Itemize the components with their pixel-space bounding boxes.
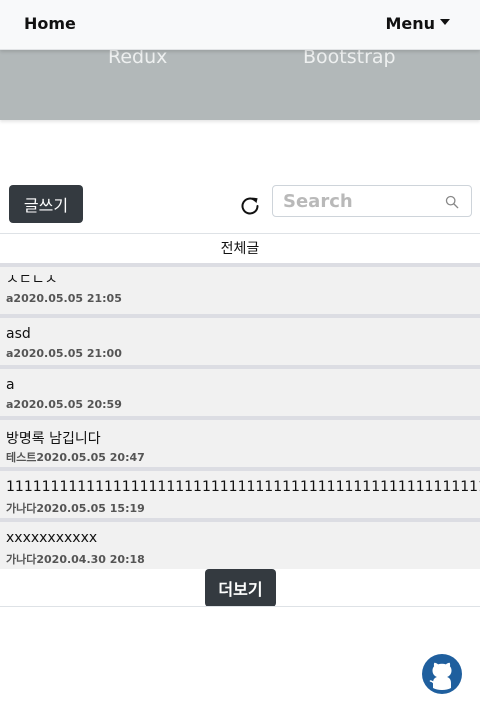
post-meta: 가나다2020.04.30 20:18	[6, 553, 145, 566]
refresh-icon[interactable]	[238, 194, 262, 218]
hero-banner: Redux Bootstrap	[0, 50, 480, 120]
write-button[interactable]: 글쓰기	[9, 185, 83, 223]
nav-home-link[interactable]: Home	[24, 14, 76, 33]
post-meta: 테스트2020.05.05 20:47	[6, 451, 145, 464]
list-item[interactable]: xxxxxxxxxxx 가나다2020.04.30 20:18	[0, 518, 480, 569]
list-item[interactable]: asd a2020.05.05 21:00	[0, 314, 480, 365]
post-title: ㅅㄷㄴㅅ	[6, 272, 58, 288]
post-meta: a2020.05.05 20:59	[6, 398, 122, 411]
post-list: ㅅㄷㄴㅅ a2020.05.05 21:05 asd a2020.05.05 2…	[0, 263, 480, 569]
post-title: 방명록 남깁니다	[6, 431, 101, 447]
post-meta: 가나다2020.05.05 15:19	[6, 502, 145, 515]
github-icon[interactable]	[422, 654, 462, 694]
post-title: a	[6, 377, 15, 393]
board-title: 전체글	[0, 233, 480, 263]
divider	[0, 606, 480, 607]
list-item[interactable]: ㅅㄷㄴㅅ a2020.05.05 21:05	[0, 263, 480, 314]
search-box	[272, 185, 472, 217]
post-title: 1111111111111111111111111111111111111111…	[6, 479, 480, 495]
list-item[interactable]: 방명록 남깁니다 테스트2020.05.05 20:47	[0, 416, 480, 467]
load-more-button[interactable]: 더보기	[205, 569, 276, 607]
list-item[interactable]: 1111111111111111111111111111111111111111…	[0, 467, 480, 518]
post-title: asd	[6, 326, 31, 342]
search-icon[interactable]	[445, 195, 459, 209]
hero-item-redux: Redux	[108, 50, 168, 68]
post-meta: a2020.05.05 21:05	[6, 292, 122, 305]
caret-down-icon	[440, 18, 450, 25]
hero-item-bootstrap: Bootstrap	[303, 50, 396, 68]
nav-menu-dropdown[interactable]: Menu	[385, 14, 450, 33]
navbar: Home Menu	[0, 0, 480, 50]
search-input[interactable]	[283, 189, 433, 213]
post-meta: a2020.05.05 21:00	[6, 347, 122, 360]
nav-menu-label: Menu	[385, 14, 435, 33]
list-item[interactable]: a a2020.05.05 20:59	[0, 365, 480, 416]
post-title: xxxxxxxxxxx	[6, 530, 98, 546]
